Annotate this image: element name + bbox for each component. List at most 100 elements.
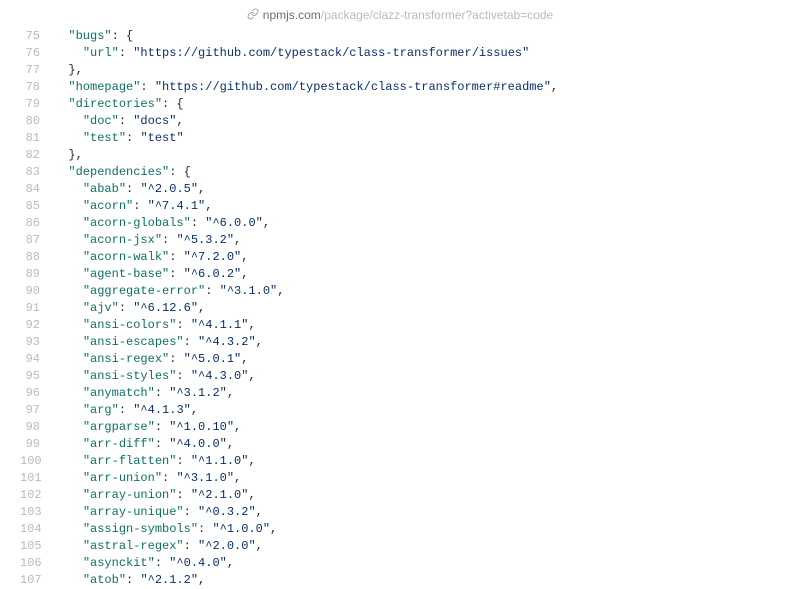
json-punct: , [248, 454, 255, 468]
json-string: "test" [140, 131, 183, 145]
json-punct: , [234, 233, 241, 247]
line-content: "array-unique": "^0.3.2", [54, 504, 800, 521]
line-content: "ansi-escapes": "^4.3.2", [54, 334, 800, 351]
json-punct: : [126, 573, 140, 587]
line-number: 77 [20, 62, 54, 79]
line-content: "abab": "^2.0.5", [54, 181, 800, 198]
code-line: 85 "acorn": "^7.4.1", [20, 198, 800, 215]
json-string: "^4.3.2" [198, 335, 256, 349]
json-punct: : [155, 420, 169, 434]
line-content: "ajv": "^6.12.6", [54, 300, 800, 317]
json-punct: , [198, 301, 205, 315]
line-number: 91 [20, 300, 54, 317]
json-punct: : { [169, 165, 191, 179]
line-number: 105 [20, 538, 54, 555]
line-number: 102 [20, 487, 54, 504]
json-punct: : [191, 216, 205, 230]
json-string: "^4.0.0" [169, 437, 227, 451]
json-string: "^3.1.2" [169, 386, 227, 400]
line-content: "ansi-colors": "^4.1.1", [54, 317, 800, 334]
line-content: "agent-base": "^6.0.2", [54, 266, 800, 283]
json-punct: : [205, 284, 219, 298]
json-punct: : [169, 267, 183, 281]
code-line: 92 "ansi-colors": "^4.1.1", [20, 317, 800, 334]
json-punct: : [119, 46, 133, 60]
json-string: "^2.1.0" [191, 488, 249, 502]
line-content: "assign-symbols": "^1.0.0", [54, 521, 800, 538]
code-line: 82 }, [20, 147, 800, 164]
line-content: "arr-union": "^3.1.0", [54, 470, 800, 487]
line-number: 104 [20, 521, 54, 538]
json-string: "^3.1.0" [176, 471, 234, 485]
json-punct: : [155, 437, 169, 451]
json-punct: }, [68, 63, 82, 77]
json-punct: , [241, 267, 248, 281]
json-punct: : [169, 250, 183, 264]
code-line: 75 "bugs": { [20, 28, 800, 45]
code-line: 94 "ansi-regex": "^5.0.1", [20, 351, 800, 368]
line-number: 81 [20, 130, 54, 147]
code-line: 81 "test": "test" [20, 130, 800, 147]
line-content: "atob": "^2.1.2", [54, 572, 800, 589]
line-content: "aggregate-error": "^3.1.0", [54, 283, 800, 300]
line-number: 86 [20, 215, 54, 232]
line-number: 107 [20, 572, 54, 589]
json-punct: , [256, 335, 263, 349]
line-content: }, [54, 62, 800, 79]
json-punct: , [241, 352, 248, 366]
json-key: "atob" [83, 573, 126, 587]
json-key: "arr-diff" [83, 437, 155, 451]
code-line: 83 "dependencies": { [20, 164, 800, 181]
code-line: 89 "agent-base": "^6.0.2", [20, 266, 800, 283]
json-punct: , [191, 403, 198, 417]
json-string: "^5.3.2" [176, 233, 234, 247]
line-content: }, [54, 147, 800, 164]
json-string: "^6.0.0" [205, 216, 263, 230]
json-punct: , [270, 522, 277, 536]
line-number: 101 [20, 470, 54, 487]
line-content: "ansi-styles": "^4.3.0", [54, 368, 800, 385]
json-key: "astral-regex" [83, 539, 184, 553]
line-number: 92 [20, 317, 54, 334]
json-key: "agent-base" [83, 267, 169, 281]
json-punct: : [119, 403, 133, 417]
code-line: 101 "arr-union": "^3.1.0", [20, 470, 800, 487]
code-line: 80 "doc": "docs", [20, 113, 800, 130]
line-number: 89 [20, 266, 54, 283]
json-key: "array-union" [83, 488, 177, 502]
json-string: "docs" [133, 114, 176, 128]
line-number: 84 [20, 181, 54, 198]
json-punct: , [551, 80, 558, 94]
json-string: "^1.0.0" [212, 522, 270, 536]
line-content: "arr-diff": "^4.0.0", [54, 436, 800, 453]
line-number: 83 [20, 164, 54, 181]
json-key: "directories" [68, 97, 162, 111]
url-path: /package/clazz-transformer?activetab=cod… [321, 8, 553, 22]
code-line: 84 "abab": "^2.0.5", [20, 181, 800, 198]
json-punct: : [155, 556, 169, 570]
json-string: "https://github.com/typestack/class-tran… [133, 46, 529, 60]
json-punct: : [162, 233, 176, 247]
line-content: "bugs": { [54, 28, 800, 45]
code-line: 93 "ansi-escapes": "^4.3.2", [20, 334, 800, 351]
url-bar: npmjs.com/package/clazz-transformer?acti… [0, 8, 800, 23]
json-punct: : [184, 335, 198, 349]
json-punct: , [248, 318, 255, 332]
line-content: "url": "https://github.com/typestack/cla… [54, 45, 800, 62]
json-key: "acorn" [83, 199, 133, 213]
json-key: "ansi-regex" [83, 352, 169, 366]
code-line: 103 "array-unique": "^0.3.2", [20, 504, 800, 521]
json-string: "^4.1.1" [191, 318, 249, 332]
json-punct: , [234, 471, 241, 485]
json-key: "assign-symbols" [83, 522, 198, 536]
json-key: "array-unique" [83, 505, 184, 519]
json-punct: , [234, 420, 241, 434]
json-string: "^3.1.0" [220, 284, 278, 298]
json-string: "https://github.com/typestack/class-tran… [155, 80, 551, 94]
json-punct: : { [162, 97, 184, 111]
line-number: 80 [20, 113, 54, 130]
code-line: 104 "assign-symbols": "^1.0.0", [20, 521, 800, 538]
line-number: 85 [20, 198, 54, 215]
json-punct: : [184, 505, 198, 519]
json-punct: : [169, 352, 183, 366]
